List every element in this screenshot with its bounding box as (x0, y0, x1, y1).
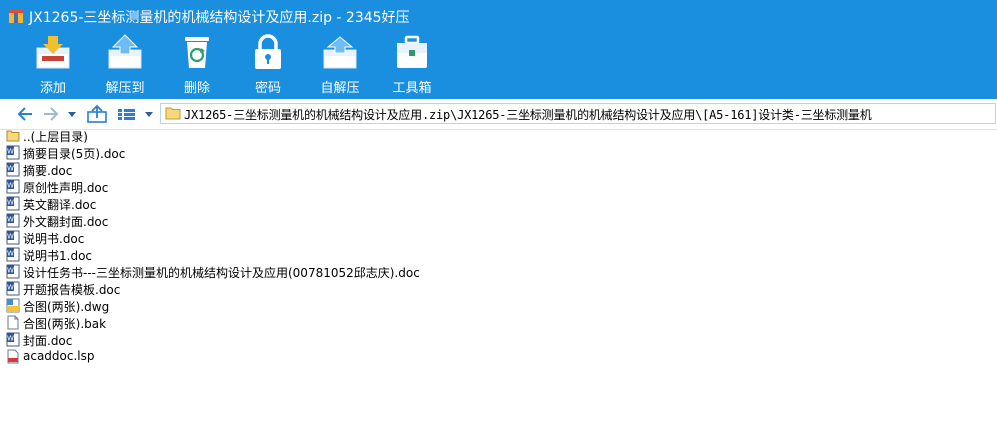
view-mode-icon[interactable] (116, 104, 138, 124)
list-item[interactable]: 合图(两张).dwg (0, 297, 997, 314)
svg-text:W: W (7, 284, 14, 292)
history-dropdown-icon[interactable] (66, 104, 78, 124)
add-button[interactable]: 添加 (18, 32, 88, 96)
file-name: 封面.doc (23, 334, 73, 348)
file-name: 摘要.doc (23, 164, 73, 178)
file-name: 合图(两张).bak (23, 317, 107, 331)
svg-text:W: W (7, 250, 14, 258)
svg-text:W: W (7, 267, 14, 275)
word-doc-icon: W (6, 332, 20, 347)
word-doc-icon: W (6, 213, 20, 228)
file-name: 原创性声明.doc (23, 181, 109, 195)
list-item[interactable]: W 摘要目录(5页).doc (0, 144, 997, 161)
toolbox-button[interactable]: 工具箱 (377, 32, 447, 96)
dwg-file-icon (6, 298, 20, 313)
extract-to-button[interactable]: 解压到 (90, 32, 160, 96)
word-doc-icon: W (6, 230, 20, 245)
svg-text:W: W (7, 233, 14, 241)
word-doc-icon: W (6, 162, 20, 177)
svg-text:W: W (7, 165, 14, 173)
lock-icon (255, 34, 281, 69)
up-folder-icon[interactable] (86, 104, 108, 124)
file-name: 英文翻译.doc (23, 198, 97, 212)
word-doc-icon: W (6, 247, 20, 262)
svg-text:W: W (7, 182, 14, 190)
toolbar-band: JX1265-三坐标测量机的机械结构设计及应用.zip - 2345好压 添加 … (0, 0, 997, 99)
main-toolbar: 添加 解压到 删除 密码 自解压 工具箱 (0, 32, 997, 99)
extract-to-icon (108, 34, 142, 69)
file-name: 合图(两张).dwg (23, 300, 110, 314)
self-extract-label: 自解压 (320, 81, 360, 96)
svg-text:W: W (7, 199, 14, 207)
archive-app-icon (9, 9, 23, 23)
file-name: 设计任务书---三坐标测量机的机械结构设计及应用(00781052邱志庆).do… (23, 266, 420, 280)
list-item[interactable]: ..(上层目录) (0, 127, 997, 144)
add-label: 添加 (39, 81, 66, 96)
delete-label: 删除 (183, 81, 210, 96)
delete-button[interactable]: 删除 (162, 32, 232, 96)
file-name: acaddoc.lsp (23, 349, 95, 363)
word-doc-icon: W (6, 145, 20, 160)
lsp-file-icon (7, 349, 19, 364)
svg-text:W: W (7, 335, 14, 343)
back-arrow-icon[interactable] (16, 104, 34, 124)
svg-text:W: W (7, 148, 14, 156)
word-doc-icon: W (6, 281, 20, 296)
list-item[interactable]: W 英文翻译.doc (0, 195, 997, 212)
parent-folder-icon (6, 130, 20, 142)
toolbox-label: 工具箱 (392, 81, 432, 96)
view-dropdown-icon[interactable] (143, 104, 155, 124)
file-name: ..(上层目录) (23, 130, 88, 144)
address-path: JX1265-三坐标测量机的机械结构设计及应用.zip\JX1265-三坐标测量… (184, 108, 872, 122)
recycle-bin-icon (185, 37, 209, 68)
file-name: 摘要目录(5页).doc (23, 147, 126, 161)
list-item[interactable]: W 外文翻封面.doc (0, 212, 997, 229)
add-archive-icon (36, 36, 70, 69)
title-bar[interactable]: JX1265-三坐标测量机的机械结构设计及应用.zip - 2345好压 (0, 0, 997, 32)
list-item[interactable]: W 原创性声明.doc (0, 178, 997, 195)
file-name: 开题报告模板.doc (23, 283, 121, 297)
password-button[interactable]: 密码 (233, 32, 303, 96)
password-label: 密码 (254, 81, 281, 96)
generic-file-icon (7, 315, 19, 330)
window-title: JX1265-三坐标测量机的机械结构设计及应用.zip - 2345好压 (29, 10, 410, 26)
list-item[interactable]: W 设计任务书---三坐标测量机的机械结构设计及应用(00781052邱志庆).… (0, 263, 997, 280)
word-doc-icon: W (6, 196, 20, 211)
list-item[interactable]: 合图(两张).bak (0, 314, 997, 331)
file-list: ..(上层目录) W 摘要目录(5页).doc W 摘要.doc W 原创性声明… (0, 127, 997, 365)
list-item[interactable]: W 封面.doc (0, 331, 997, 348)
file-name: 外文翻封面.doc (23, 215, 109, 229)
list-item[interactable]: acaddoc.lsp (0, 348, 997, 365)
list-item[interactable]: W 开题报告模板.doc (0, 280, 997, 297)
forward-arrow-icon[interactable] (42, 104, 60, 124)
word-doc-icon: W (6, 264, 20, 279)
toolbox-icon (397, 35, 427, 68)
self-extract-icon (323, 36, 357, 69)
address-input[interactable]: JX1265-三坐标测量机的机械结构设计及应用.zip\JX1265-三坐标测量… (160, 103, 996, 124)
list-item[interactable]: W 摘要.doc (0, 161, 997, 178)
folder-icon (165, 107, 181, 120)
file-name: 说明书.doc (23, 232, 85, 246)
list-item[interactable]: W 说明书.doc (0, 229, 997, 246)
self-extract-button[interactable]: 自解压 (305, 32, 375, 96)
address-bar-row: JX1265-三坐标测量机的机械结构设计及应用.zip\JX1265-三坐标测量… (0, 99, 997, 130)
svg-text:W: W (7, 216, 14, 224)
extract-to-label: 解压到 (105, 81, 145, 96)
file-name: 说明书1.doc (23, 249, 93, 263)
list-item[interactable]: W 说明书1.doc (0, 246, 997, 263)
word-doc-icon: W (6, 179, 20, 194)
